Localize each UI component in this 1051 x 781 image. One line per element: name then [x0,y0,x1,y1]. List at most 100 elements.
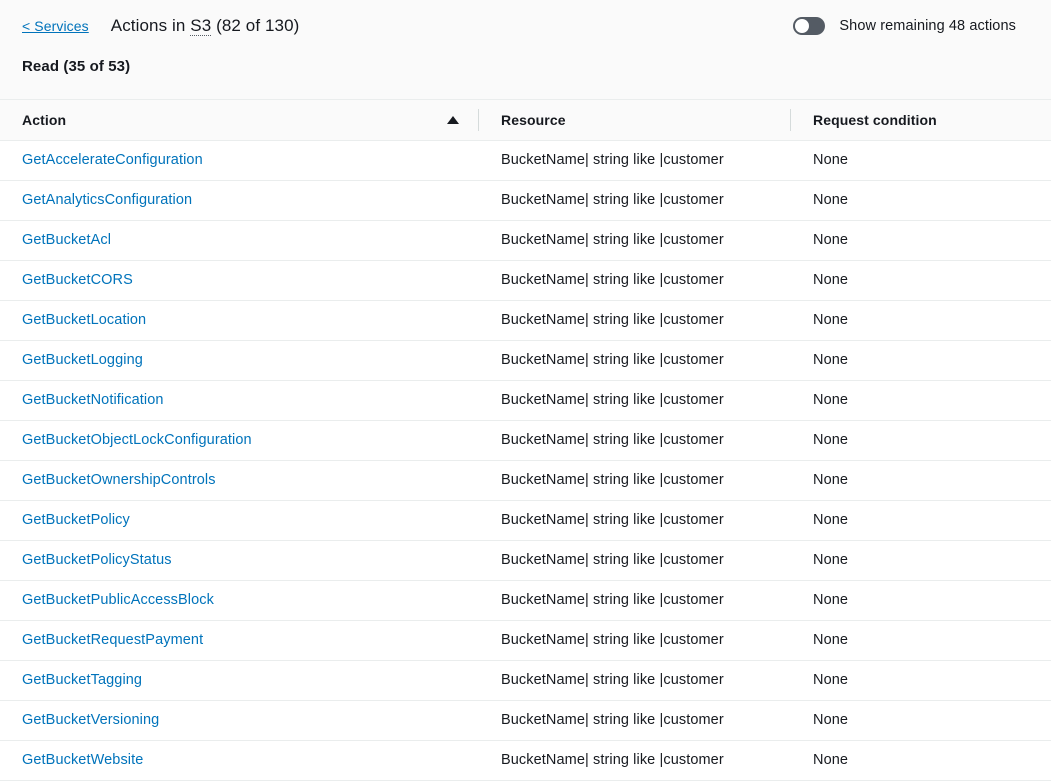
cell-action: GetBucketRequestPayment [0,620,478,660]
table-row: GetBucketPolicyStatus BucketName| string … [0,540,1051,580]
cell-request-condition: None [790,420,1051,460]
cell-resource: BucketName| string like |customer [478,500,790,540]
cell-action: GetBucketPublicAccessBlock [0,580,478,620]
cell-resource: BucketName| string like |customer [478,460,790,500]
cell-resource: BucketName| string like |customer [478,580,790,620]
cell-request-condition: None [790,500,1051,540]
action-link[interactable]: GetBucketObjectLockConfiguration [22,432,252,448]
column-header-resource-label: Resource [501,112,566,128]
cell-request-condition: None [790,700,1051,740]
table-row: GetBucketRequestPayment BucketName| strin… [0,620,1051,660]
action-link[interactable]: GetBucketPolicy [22,512,130,528]
action-link[interactable]: GetAccelerateConfiguration [22,152,203,168]
show-remaining-actions-toggle[interactable] [793,17,825,35]
action-link[interactable]: GetBucketVersioning [22,712,159,728]
cell-request-condition: None [790,260,1051,300]
table-row: GetBucketCORS BucketName| string like |cu… [0,260,1051,300]
table-header-row: Action Resource Request condition [0,100,1051,140]
table-row: GetBucketTagging BucketName| string like … [0,660,1051,700]
action-link[interactable]: GetBucketPublicAccessBlock [22,592,214,608]
actions-page: < Services Actions in S3 (82 of 130) Rea… [0,0,1051,769]
action-link[interactable]: GetBucketOwnershipControls [22,472,216,488]
table-row: GetBucketOwnershipControls BucketName| st… [0,460,1051,500]
cell-request-condition: None [790,140,1051,180]
cell-action: GetBucketLocation [0,300,478,340]
table-row: GetBucketObjectLockConfigurationBucketNa… [0,420,1051,460]
cell-request-condition: None [790,380,1051,420]
page-header: < Services Actions in S3 (82 of 130) Rea… [0,0,1051,100]
cell-resource: BucketName| string like |customer [478,140,790,180]
column-header-resource[interactable]: Resource [478,100,790,140]
cell-request-condition: None [790,540,1051,580]
show-remaining-actions-label: Show remaining 48 actions [839,18,1016,34]
action-link[interactable]: GetBucketTagging [22,672,142,688]
cell-resource: BucketName| string like |customer [478,300,790,340]
cell-resource: BucketName| string like |customer [478,180,790,220]
cell-action: GetBucketTagging [0,660,478,700]
cell-action: GetBucketPolicy [0,500,478,540]
page-title-prefix: Actions in [111,16,191,35]
column-header-action-label: Action [22,112,66,128]
actions-table-container: Action Resource Request condition GetAcc… [0,100,1051,781]
action-link[interactable]: GetBucketCORS [22,272,133,288]
table-row: GetBucketPolicy BucketName| string like |… [0,500,1051,540]
table-body: GetAccelerateConfiguration BucketName| st… [0,140,1051,780]
action-link[interactable]: GetBucketLocation [22,312,146,328]
back-to-services-link[interactable]: < Services [22,18,89,34]
table-row: GetBucketLocation BucketName| string like… [0,300,1051,340]
cell-request-condition: None [790,740,1051,780]
cell-request-condition: None [790,300,1051,340]
table-row: GetBucketVersioning BucketName| string li… [0,700,1051,740]
action-link[interactable]: GetBucketNotification [22,392,164,408]
table-row: GetAnalyticsConfiguration BucketName| str… [0,180,1051,220]
table-row: GetBucketNotification BucketName| string … [0,380,1051,420]
show-remaining-actions-control[interactable]: Show remaining 48 actions [793,17,1016,35]
cell-resource: BucketName| string like |customer [478,540,790,580]
action-link[interactable]: GetBucketWebsite [22,752,143,768]
cell-resource: BucketName| string like |customer [478,340,790,380]
action-link[interactable]: GetBucketRequestPayment [22,632,203,648]
breadcrumb: < Services Actions in S3 (82 of 130) [22,16,299,36]
page-title: Actions in S3 (82 of 130) [111,16,300,36]
cell-action: GetBucketLogging [0,340,478,380]
cell-resource: BucketName| string like |customer [478,740,790,780]
cell-action: GetAccelerateConfiguration [0,140,478,180]
cell-resource: BucketName| string like |customer [478,700,790,740]
table-row: GetBucketAcl BucketName| string like |cus… [0,220,1051,260]
cell-action: GetBucketVersioning [0,700,478,740]
cell-request-condition: None [790,660,1051,700]
cell-action: GetBucketOwnershipControls [0,460,478,500]
column-header-request-condition-label: Request condition [813,112,937,128]
page-title-count: (82 of 130) [211,16,299,35]
column-header-request-condition[interactable]: Request condition [790,100,1051,140]
table-head: Action Resource Request condition [0,100,1051,140]
table-row: GetBucketLogging BucketName| string like … [0,340,1051,380]
cell-action: GetBucketObjectLockConfiguration [0,420,478,460]
sort-ascending-icon[interactable] [447,116,459,124]
toggle-knob-icon [795,19,809,33]
cell-resource: BucketName| string like |customer [478,380,790,420]
cell-resource: BucketName| string like |customer [478,220,790,260]
action-link[interactable]: GetBucketPolicyStatus [22,552,172,568]
cell-request-condition: None [790,620,1051,660]
cell-resource: BucketName| string like |customer [478,620,790,660]
cell-request-condition: None [790,180,1051,220]
cell-request-condition: None [790,220,1051,260]
cell-action: GetBucketPolicyStatus [0,540,478,580]
cell-resource: BucketName| string like |customer [478,260,790,300]
table-row: GetAccelerateConfiguration BucketName| st… [0,140,1051,180]
cell-action: GetAnalyticsConfiguration [0,180,478,220]
table-row: GetBucketWebsite BucketName| string like … [0,740,1051,780]
cell-action: GetBucketCORS [0,260,478,300]
table-row: GetBucketPublicAccessBlock BucketName| st… [0,580,1051,620]
section-heading: Read (35 of 53) [22,58,130,75]
cell-request-condition: None [790,460,1051,500]
action-link[interactable]: GetBucketAcl [22,232,111,248]
cell-request-condition: None [790,340,1051,380]
column-header-action[interactable]: Action [0,100,478,140]
cell-action: GetBucketWebsite [0,740,478,780]
cell-action: GetBucketNotification [0,380,478,420]
action-link[interactable]: GetAnalyticsConfiguration [22,192,192,208]
cell-resource: BucketName| string like |customer [478,660,790,700]
action-link[interactable]: GetBucketLogging [22,352,143,368]
